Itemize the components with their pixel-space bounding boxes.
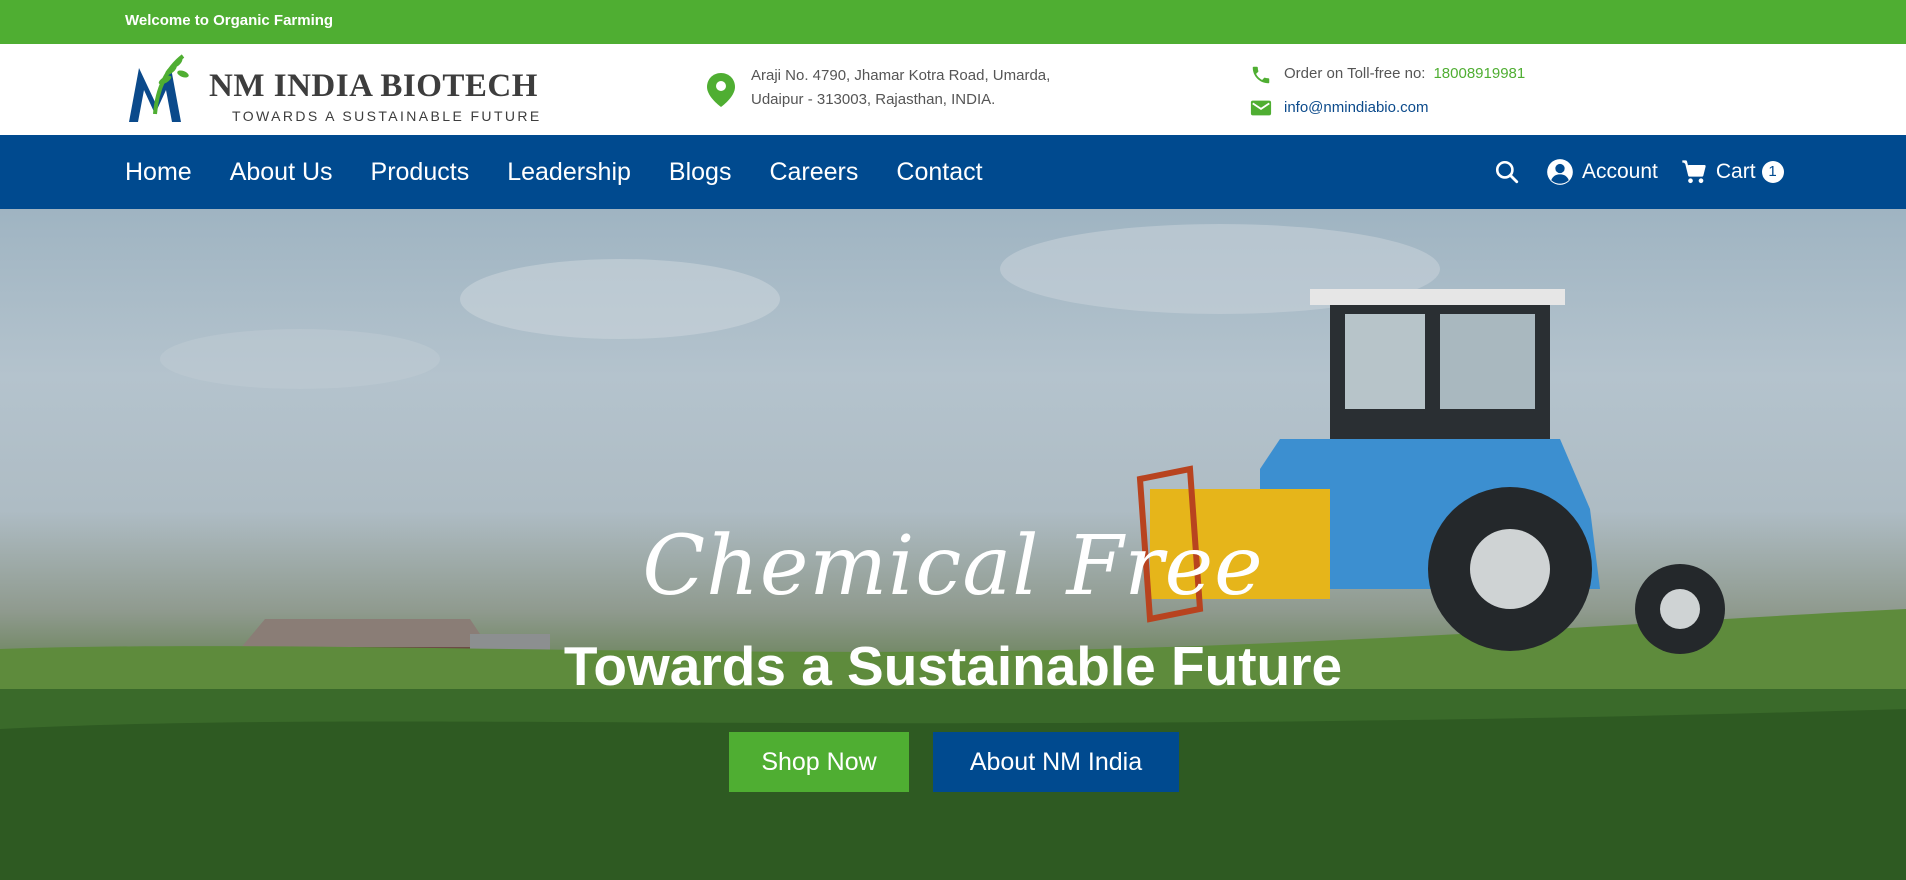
cart-button[interactable]: Cart 1	[1680, 158, 1784, 186]
nav-item-careers[interactable]: Careers	[769, 158, 858, 187]
brand-name: NM INDIA BIOTECH	[209, 68, 538, 104]
nav-item-products[interactable]: Products	[371, 158, 470, 187]
location-pin-icon	[707, 73, 735, 107]
nav-item-blogs[interactable]: Blogs	[669, 158, 732, 187]
phone-number-link[interactable]: 18008919981	[1433, 65, 1525, 82]
search-button[interactable]	[1494, 159, 1520, 185]
nav-menu: Home About Us Products Leadership Blogs …	[125, 135, 1021, 209]
cart-label: Cart	[1715, 160, 1756, 183]
account-circle-icon	[1547, 159, 1573, 185]
phone-icon	[1252, 66, 1270, 84]
nav-utilities: Account Cart 1	[1494, 135, 1784, 209]
header: NM INDIA BIOTECH TOWARDS A SUSTAINABLE F…	[0, 44, 1906, 135]
address-line-1: Araji No. 4790, Jhamar Kotra Road, Umard…	[751, 67, 1051, 84]
nav-item-home[interactable]: Home	[125, 158, 192, 187]
email-link[interactable]: info@nmindiabio.com	[1284, 99, 1428, 116]
top-bar: Welcome to Organic Farming	[0, 0, 1906, 44]
main-navigation: Home About Us Products Leadership Blogs …	[0, 135, 1906, 209]
logo[interactable]: NM INDIA BIOTECH TOWARDS A SUSTAINABLE F…	[125, 50, 545, 128]
account-label: Account	[1582, 160, 1658, 183]
phone-label: Order on Toll-free no:	[1284, 65, 1426, 82]
nav-item-leadership[interactable]: Leadership	[507, 158, 631, 187]
nav-item-about-us[interactable]: About Us	[230, 158, 333, 187]
hero-headline: Towards a Sustainable Future	[563, 635, 1343, 697]
hero-banner: Chemical Free Towards a Sustainable Futu…	[0, 209, 1906, 880]
brand-tagline: TOWARDS A SUSTAINABLE FUTURE	[232, 108, 542, 124]
nav-item-contact[interactable]: Contact	[896, 158, 982, 187]
logo-mark-icon	[129, 54, 189, 122]
address-line-2: Udaipur - 313003, Rajasthan, INDIA.	[751, 91, 996, 108]
welcome-text: Welcome to Organic Farming	[125, 12, 334, 29]
cart-count-badge: 1	[1761, 161, 1784, 183]
about-nm-india-button[interactable]: About NM India	[933, 732, 1179, 792]
cart-icon	[1682, 160, 1706, 184]
hero-script-title: Chemical Free	[642, 519, 1264, 614]
mail-icon	[1250, 100, 1272, 116]
account-button[interactable]: Account	[1546, 158, 1658, 186]
search-icon	[1495, 160, 1519, 184]
shop-now-button[interactable]: Shop Now	[729, 732, 909, 792]
